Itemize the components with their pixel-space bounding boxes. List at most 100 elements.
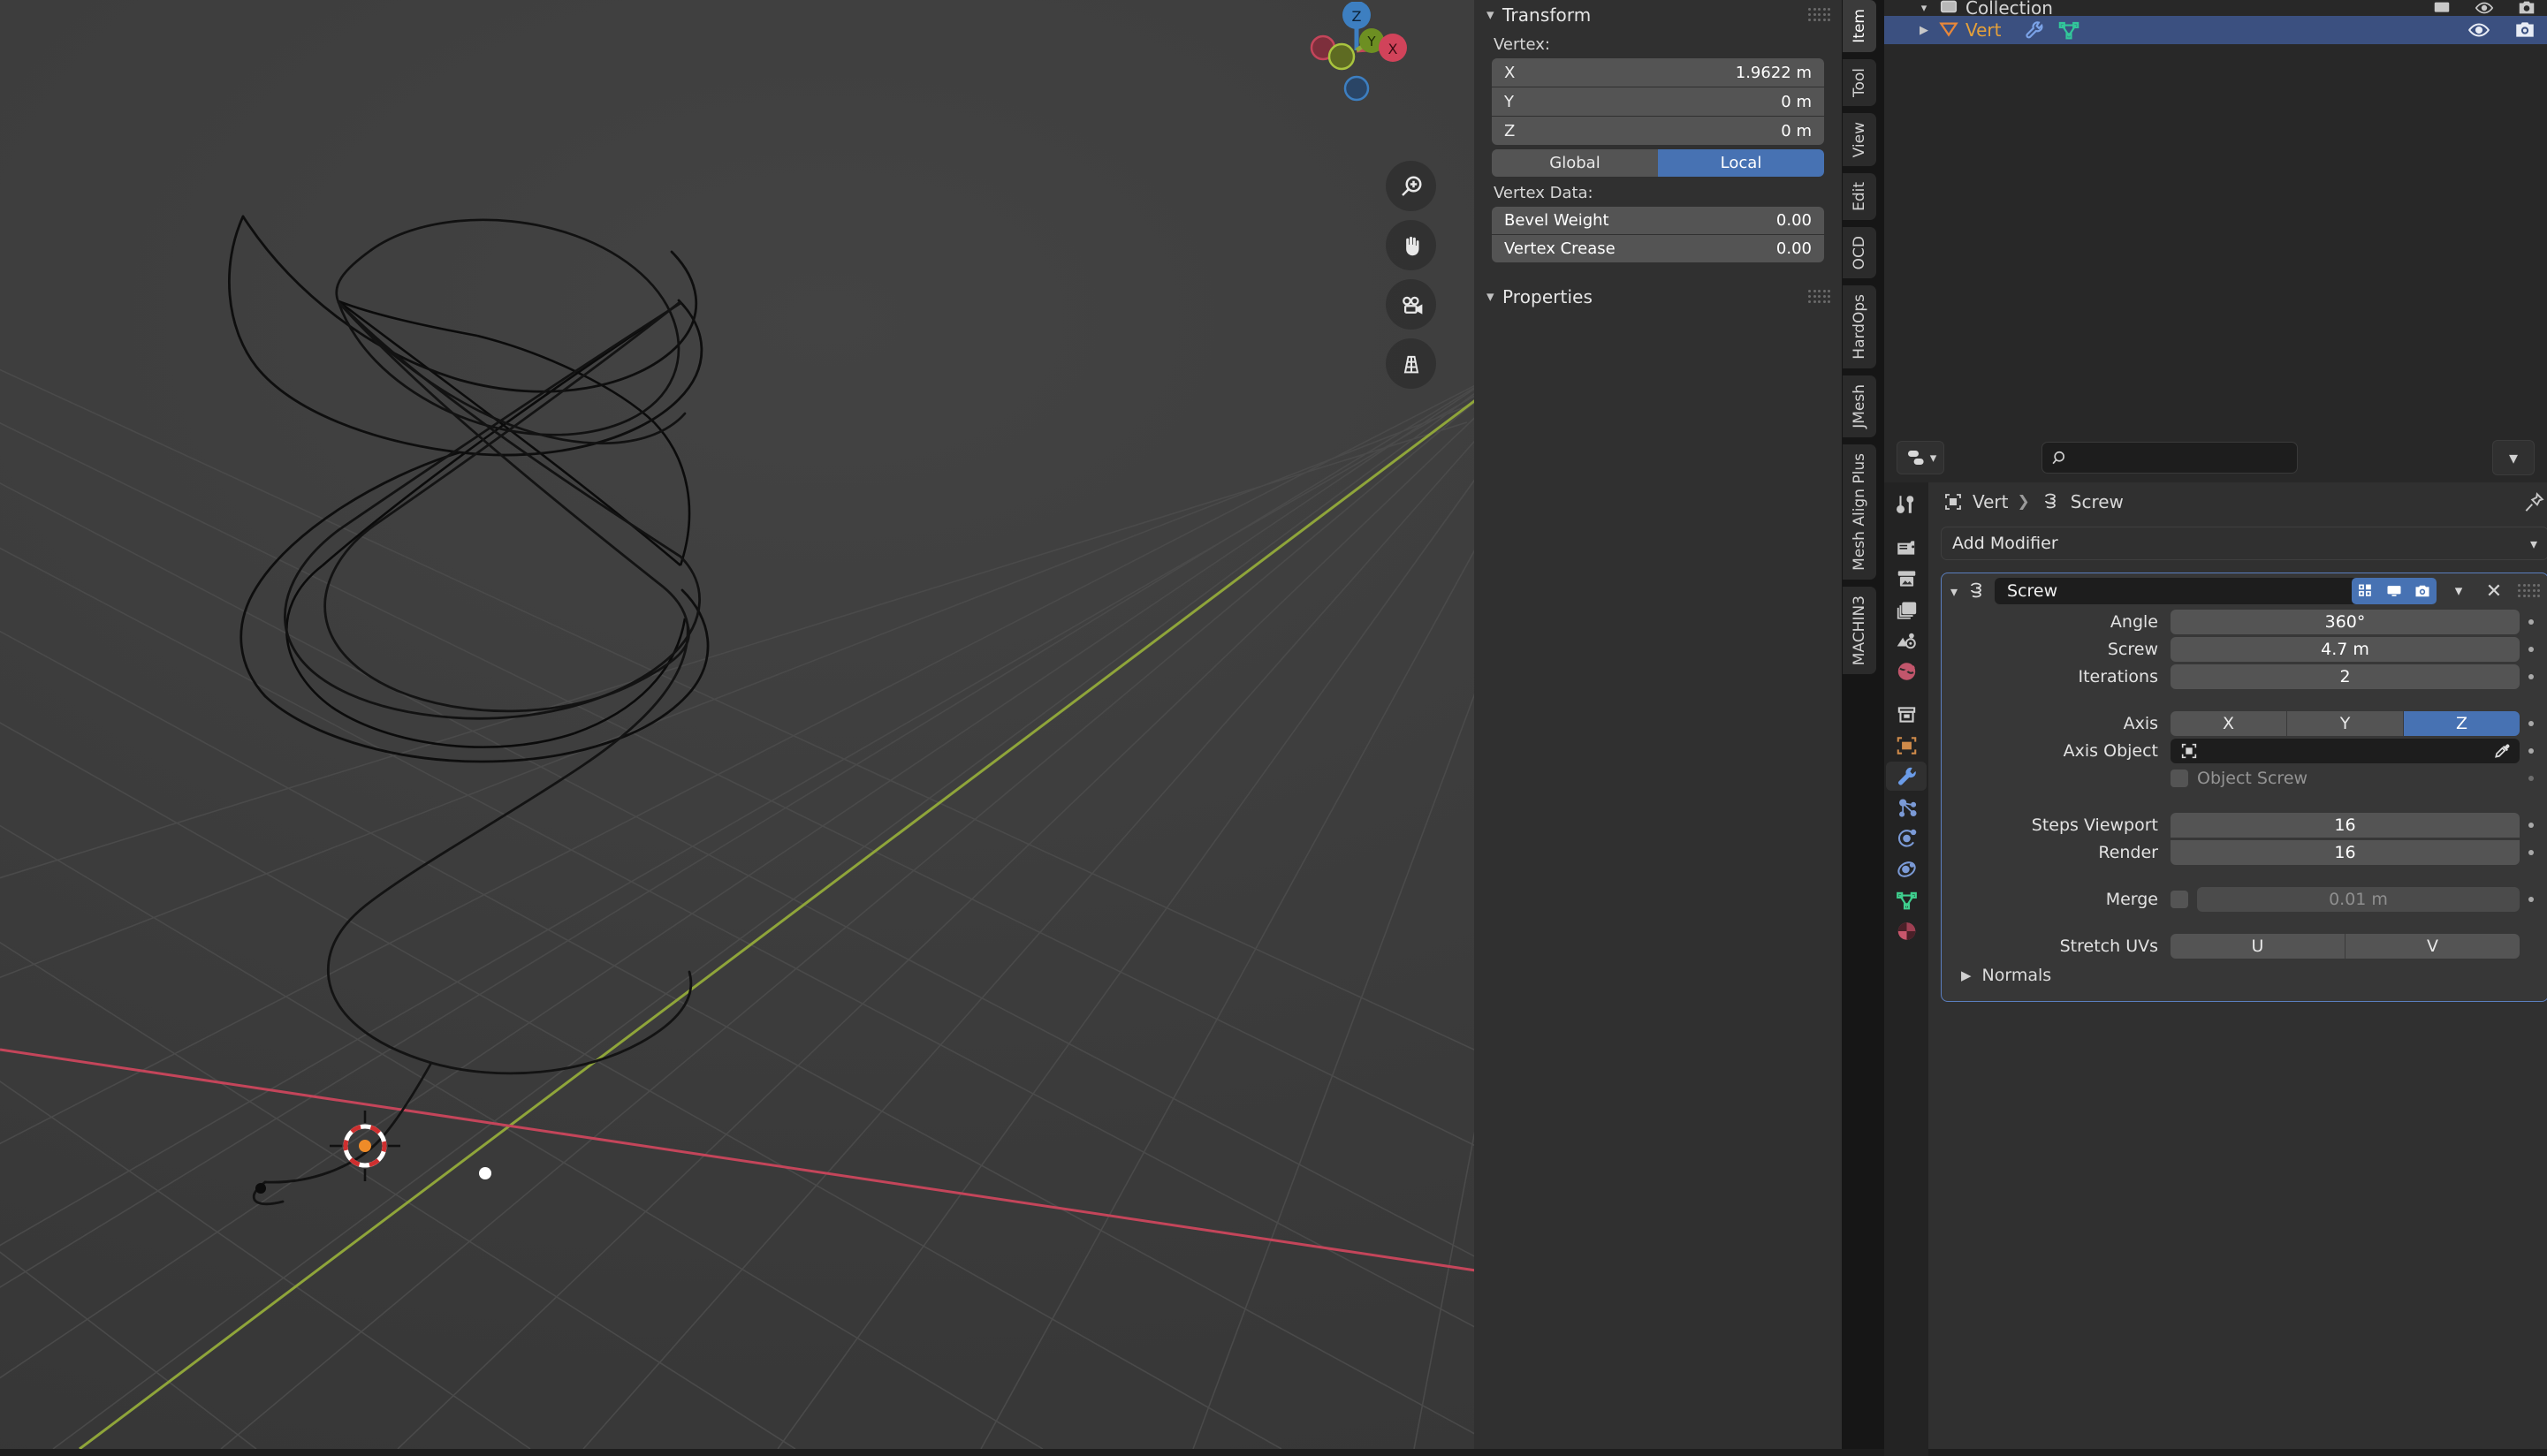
animate-property-dot[interactable]: [2520, 850, 2543, 855]
stretch-uv-u-button[interactable]: U: [2171, 934, 2345, 959]
axis-x-button[interactable]: X: [2171, 711, 2286, 736]
outliner-object-row[interactable]: ▶ Vert: [1884, 16, 2547, 44]
normals-subpanel-header[interactable]: ▶ Normals: [1942, 960, 2547, 990]
axis-y-button[interactable]: Y: [2286, 711, 2403, 736]
scene-tab[interactable]: [1886, 626, 1927, 655]
collection-tab[interactable]: [1886, 700, 1927, 729]
chevron-right-icon[interactable]: ▶: [1961, 967, 1972, 983]
physics-tab[interactable]: [1886, 823, 1927, 853]
axis-toggle-group[interactable]: X Y Z: [2171, 711, 2520, 736]
chevron-down-icon[interactable]: ▾: [1486, 7, 1502, 23]
vertex-crease-label: Vertex Crease: [1504, 239, 1616, 258]
chevron-down-icon[interactable]: ▾: [1486, 289, 1502, 305]
animate-property-dot[interactable]: [2520, 776, 2543, 781]
disclosure-triangle-icon[interactable]: ▾: [1911, 2, 1937, 15]
transform-panel-header[interactable]: ▾ Transform: [1474, 0, 1842, 30]
render-toggle[interactable]: [2408, 578, 2437, 604]
animate-property-dot[interactable]: [2520, 647, 2543, 652]
stretch-uv-v-button[interactable]: V: [2345, 934, 2520, 959]
properties-tab-column[interactable]: [1884, 482, 1928, 1456]
vertex-z-field[interactable]: Z 0 m: [1492, 117, 1824, 145]
sidebar-tab-jmesh[interactable]: JMesh: [1843, 375, 1876, 437]
animate-property-dot[interactable]: [2520, 748, 2543, 754]
grid-icon[interactable]: [1386, 338, 1436, 389]
world-tab[interactable]: [1886, 656, 1927, 686]
navigation-gizmo[interactable]: Z Y X: [1273, 1, 1441, 108]
edit-mode-toggle[interactable]: [2352, 578, 2380, 604]
search-input[interactable]: [2041, 442, 2298, 474]
viewport-nav-buttons[interactable]: [1386, 161, 1439, 398]
steps-viewport-input[interactable]: 16: [2171, 813, 2520, 838]
realtime-display-toggle[interactable]: [2380, 578, 2408, 604]
outliner-collection-row[interactable]: ▾ Collection: [1884, 0, 2547, 16]
hand-icon[interactable]: [1386, 220, 1436, 270]
steps-render-input[interactable]: 16: [2171, 840, 2520, 865]
sidebar-tab-hardops[interactable]: HardOps: [1843, 285, 1876, 369]
camera-icon[interactable]: [1386, 279, 1436, 330]
modifier-tab[interactable]: [1886, 762, 1927, 791]
sidebar-tab-ocd[interactable]: OCD: [1843, 227, 1876, 279]
sidebar-tab-tool[interactable]: Tool: [1843, 58, 1876, 106]
merge-distance-input[interactable]: 0.01 m: [2197, 887, 2520, 912]
vertex-crease-field[interactable]: Vertex Crease 0.00: [1492, 235, 1824, 262]
animate-property-dot[interactable]: [2520, 721, 2543, 726]
modifier-extras-dropdown[interactable]: ▾: [2444, 578, 2474, 604]
render-tab[interactable]: [1886, 533, 1927, 562]
space-local-button[interactable]: Local: [1658, 149, 1824, 177]
output-tab[interactable]: [1886, 564, 1927, 593]
properties-editor[interactable]: ▾ ▾ Vert ❯ Screw Add Modifier ▾ ▾ Screw …: [1884, 433, 2547, 1456]
screw-input[interactable]: 4.7 m: [2171, 637, 2520, 662]
animate-property-dot[interactable]: [2520, 619, 2543, 625]
sidebar-tab-edit[interactable]: Edit: [1843, 173, 1876, 220]
merge-checkbox[interactable]: [2171, 891, 2188, 908]
view-layer-tab[interactable]: [1886, 595, 1927, 624]
filter-dropdown-button[interactable]: ▾: [2492, 440, 2535, 475]
modifier-properties-body: Vert ❯ Screw Add Modifier ▾ ▾ Screw ▾ ✕ …: [1928, 482, 2547, 1449]
tool-tab[interactable]: [1886, 489, 1927, 519]
zoom-icon[interactable]: [1386, 161, 1436, 211]
constraints-tab[interactable]: [1886, 854, 1927, 883]
vertex-x-field[interactable]: X 1.9622 m: [1492, 58, 1824, 87]
particles-tab[interactable]: [1886, 792, 1927, 822]
chevron-down-icon[interactable]: ▾: [1950, 583, 1958, 600]
space-global-button[interactable]: Global: [1492, 149, 1658, 177]
sidebar-tab-item[interactable]: Item: [1843, 0, 1876, 52]
material-tab[interactable]: [1886, 916, 1927, 945]
stretch-uvs-toggle-group[interactable]: U V: [2171, 934, 2520, 959]
axis-z-button[interactable]: Z: [2403, 711, 2520, 736]
data-tab[interactable]: [1886, 885, 1927, 914]
editor-type-button[interactable]: ▾: [1897, 441, 1944, 474]
breadcrumb-object[interactable]: Vert: [1973, 491, 2009, 512]
sidebar-tab-machin3[interactable]: MACHIN3: [1843, 586, 1876, 674]
mesh-object-icon: [1937, 17, 1960, 44]
sidebar-tab-strip[interactable]: Item Tool View Edit OCD HardOps JMesh Me…: [1842, 0, 1884, 1449]
properties-panel-header[interactable]: ▾ Properties: [1474, 282, 1842, 312]
animate-property-dot[interactable]: [2520, 674, 2543, 679]
sidebar-tab-mesh-align-plus[interactable]: Mesh Align Plus: [1843, 444, 1876, 580]
animate-property-dot[interactable]: [2520, 897, 2543, 902]
drag-grip-icon[interactable]: [1808, 290, 1831, 304]
add-modifier-dropdown[interactable]: Add Modifier ▾: [1941, 527, 2547, 560]
outliner-editor[interactable]: ▾ Collection ▶ Vert: [1884, 0, 2547, 433]
steps-render-row: Render 16: [1942, 839, 2547, 866]
object-tab[interactable]: [1886, 731, 1927, 760]
drag-grip-icon[interactable]: [2518, 584, 2541, 598]
axis-object-input[interactable]: [2171, 739, 2520, 763]
chevron-down-icon[interactable]: ▾: [2530, 535, 2537, 552]
pin-icon[interactable]: [2522, 491, 2545, 519]
disclosure-triangle-icon[interactable]: ▶: [1911, 24, 1937, 37]
delete-modifier-button[interactable]: ✕: [2481, 580, 2507, 603]
object-screw-checkbox[interactable]: [2171, 770, 2188, 787]
sidebar-tab-view[interactable]: View: [1843, 112, 1876, 167]
modifier-name-input[interactable]: Screw: [1995, 578, 2437, 604]
animate-property-dot[interactable]: [2520, 823, 2543, 828]
chevron-down-icon[interactable]: ▾: [2509, 447, 2518, 468]
chevron-down-icon[interactable]: ▾: [1930, 450, 1937, 466]
bevel-weight-field[interactable]: Bevel Weight 0.00: [1492, 207, 1824, 234]
transform-space-toggle[interactable]: Global Local: [1492, 149, 1824, 177]
breadcrumb-modifier[interactable]: Screw: [2071, 491, 2124, 512]
drag-grip-icon[interactable]: [1808, 8, 1831, 22]
vertex-y-field[interactable]: Y 0 m: [1492, 87, 1824, 116]
angle-input[interactable]: 360°: [2171, 610, 2520, 634]
iterations-input[interactable]: 2: [2171, 664, 2520, 689]
